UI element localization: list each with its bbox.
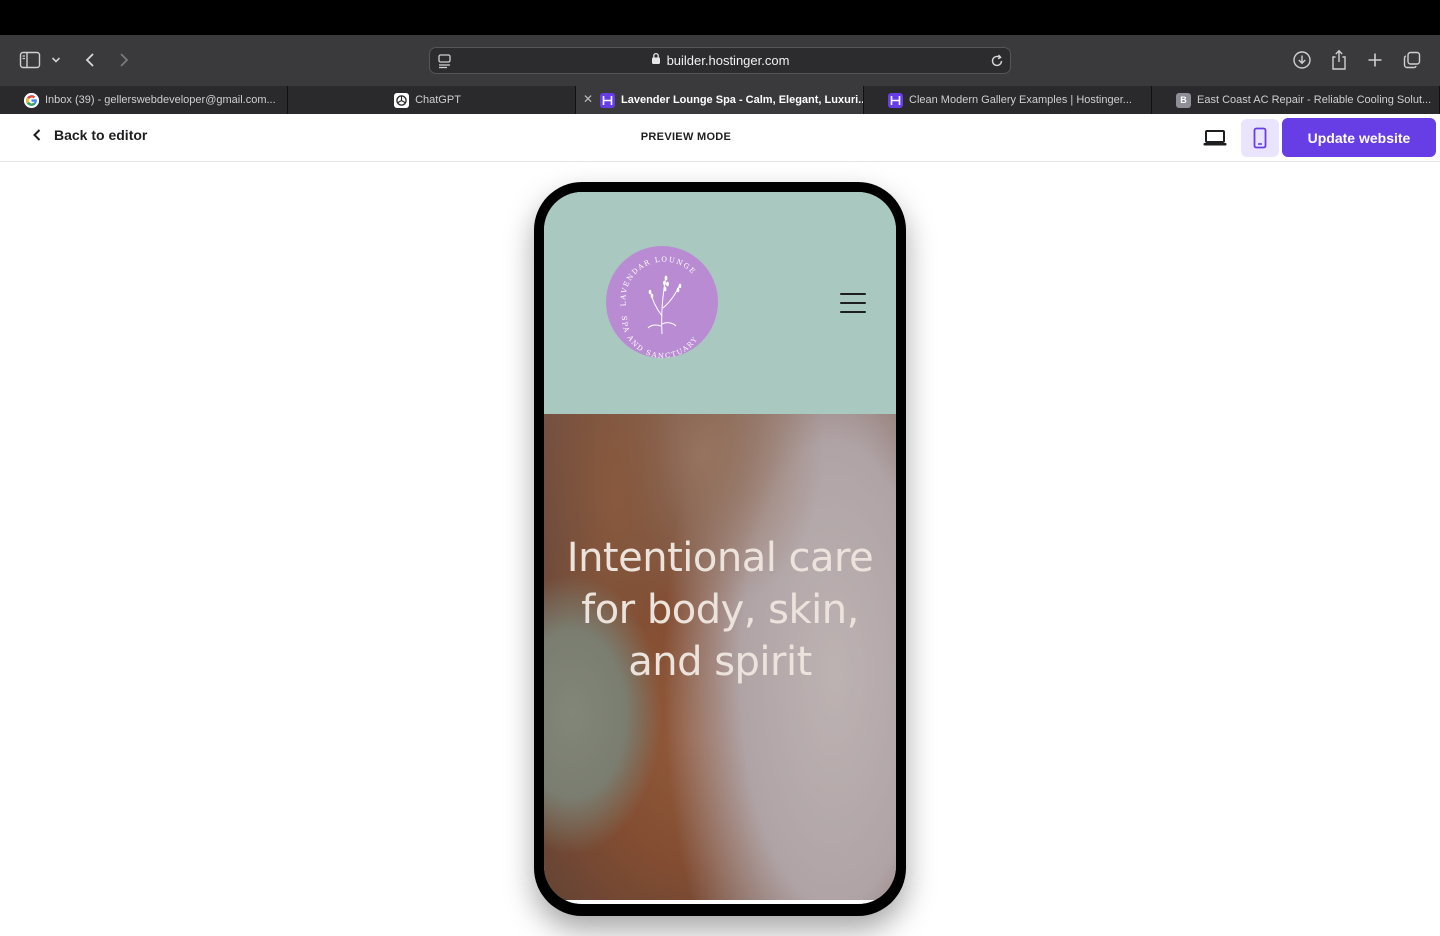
- site-header: LAVENDAR LOUNGE SPA AND SANCTUARY: [544, 192, 896, 414]
- mobile-device-frame: LAVENDAR LOUNGE SPA AND SANCTUARY Intent…: [534, 182, 906, 916]
- hero-title: Intentional care for body, skin, and spi…: [566, 535, 874, 685]
- google-icon: [24, 92, 39, 108]
- url-text: builder.hostinger.com: [666, 53, 790, 68]
- back-arrow-icon[interactable]: [77, 47, 103, 73]
- tab-gallery-examples[interactable]: Clean Modern Gallery Examples | Hostinge…: [864, 86, 1152, 114]
- mobile-screen: LAVENDAR LOUNGE SPA AND SANCTUARY Intent…: [544, 192, 896, 904]
- chevron-down-icon[interactable]: [44, 47, 68, 73]
- forward-arrow-icon[interactable]: [111, 47, 137, 73]
- close-tab-icon[interactable]: ✕: [583, 92, 593, 106]
- logo-top-text: LAVENDAR LOUNGE: [619, 255, 696, 306]
- tab-chatgpt[interactable]: ChatGPT: [288, 86, 576, 114]
- laptop-icon: [1203, 130, 1227, 146]
- preview-toolbar: Back to editor PREVIEW MODE Update websi…: [0, 114, 1440, 162]
- tab-lavender-lounge[interactable]: ✕ Lavender Lounge Spa - Calm, Elegant, L…: [576, 86, 864, 114]
- preview-mode-label: PREVIEW MODE: [640, 131, 732, 143]
- site-logo[interactable]: LAVENDAR LOUNGE SPA AND SANCTUARY: [606, 246, 718, 360]
- svg-text:LAVENDAR LOUNGE: LAVENDAR LOUNGE: [619, 255, 697, 306]
- tab-east-coast-ac[interactable]: B East Coast AC Repair - Reliable Coolin…: [1152, 86, 1440, 114]
- download-icon[interactable]: [1289, 47, 1315, 73]
- address-bar[interactable]: builder.hostinger.com: [429, 47, 1011, 74]
- lavender-logo-icon: LAVENDAR LOUNGE SPA AND SANCTUARY: [619, 255, 700, 360]
- tab-label: Inbox (39) - gellerswebdeveloper@gmail.c…: [45, 94, 276, 106]
- lock-icon: [651, 52, 661, 70]
- screen-bottom-strip: [544, 900, 896, 904]
- svg-text:SPA AND SANCTUARY: SPA AND SANCTUARY: [620, 316, 700, 358]
- new-tab-icon[interactable]: [1362, 47, 1388, 73]
- desktop-view-button[interactable]: [1196, 119, 1234, 157]
- share-icon[interactable]: [1326, 47, 1352, 73]
- mobile-phone-icon: [1253, 127, 1267, 149]
- hero-section: Intentional care for body, skin, and spi…: [544, 414, 896, 904]
- b-letter-icon: B: [1176, 92, 1191, 108]
- browser-toolbar: builder.hostinger.com: [0, 35, 1440, 86]
- hamburger-menu-icon[interactable]: [840, 293, 866, 313]
- page-menu-icon[interactable]: [436, 52, 454, 75]
- logo-bottom-text: SPA AND SANCTUARY: [620, 316, 698, 360]
- sidebar-toggle-icon[interactable]: [17, 47, 43, 73]
- hostinger-icon: [600, 92, 615, 108]
- tab-bar: Inbox (39) - gellerswebdeveloper@gmail.c…: [0, 86, 1440, 114]
- update-website-button[interactable]: Update website: [1282, 118, 1436, 157]
- tab-label: Lavender Lounge Spa - Calm, Elegant, Lux…: [621, 94, 864, 106]
- tab-label: East Coast AC Repair - Reliable Cooling …: [1197, 94, 1432, 106]
- reload-icon[interactable]: [988, 52, 1006, 75]
- tab-label: Clean Modern Gallery Examples | Hostinge…: [909, 94, 1132, 106]
- menu-bar: [0, 0, 1440, 35]
- chatgpt-icon: [394, 92, 410, 108]
- tab-overview-icon[interactable]: [1399, 47, 1425, 73]
- tab-gmail[interactable]: Inbox (39) - gellerswebdeveloper@gmail.c…: [0, 86, 288, 114]
- mobile-view-button[interactable]: [1241, 119, 1279, 157]
- tab-label: ChatGPT: [415, 94, 461, 106]
- hostinger-icon: [888, 92, 903, 108]
